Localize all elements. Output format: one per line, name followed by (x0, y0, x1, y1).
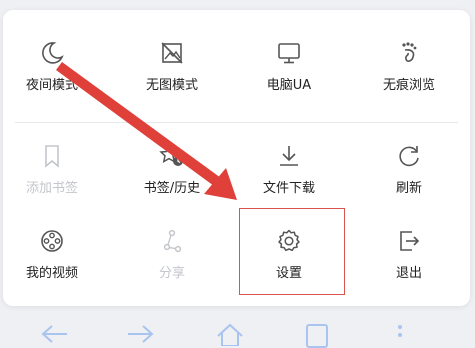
bottom-nav-bar (0, 318, 475, 348)
back-arrow-icon[interactable] (38, 322, 70, 346)
exit-icon (400, 231, 420, 251)
download-icon (280, 146, 298, 166)
menu-item-refresh[interactable]: 刷新 (354, 143, 464, 196)
menu-item-desktop-ua[interactable]: 电脑UA (234, 40, 344, 93)
row-divider (15, 122, 458, 123)
tabs-icon[interactable] (304, 322, 330, 348)
menu-item-label: 分享 (158, 266, 185, 281)
menu-item-label: 刷新 (395, 181, 422, 196)
menu-item-bookmarks-history[interactable]: 书签/历史 (117, 143, 227, 196)
home-icon[interactable] (214, 322, 246, 346)
star-clock-icon (159, 144, 183, 166)
menu-item-label: 夜间模式 (25, 78, 78, 93)
menu-item-label: 文件下载 (262, 181, 315, 196)
monitor-icon (278, 43, 300, 64)
menu-item-exit[interactable]: 退出 (354, 228, 464, 281)
menu-item-add-bookmark[interactable]: 添加书签 (0, 143, 107, 196)
menu-panel: 夜间模式 无图模式 电脑UA 无痕浏览 添加书签 书签/历史 文件下载 刷新 我… (3, 10, 470, 306)
menu-item-label: 无痕浏览 (382, 78, 435, 93)
menu-item-night-mode[interactable]: 夜间模式 (0, 40, 107, 93)
menu-item-label: 我的视频 (25, 266, 78, 281)
settings-highlight-box (239, 208, 345, 295)
menu-item-no-image-mode[interactable]: 无图模式 (117, 40, 227, 93)
film-reel-icon (41, 230, 63, 252)
menu-item-label: 添加书签 (25, 181, 78, 196)
menu-item-label: 书签/历史 (143, 181, 201, 196)
menu-item-label: 无图模式 (145, 78, 198, 93)
menu-item-label: 电脑UA (266, 78, 312, 93)
moon-icon (42, 42, 64, 64)
no-image-icon (161, 42, 183, 64)
menu-item-downloads[interactable]: 文件下载 (234, 143, 344, 196)
footprint-icon (402, 42, 417, 62)
page-indicator (0, 1, 475, 16)
refresh-icon (399, 146, 419, 167)
share-icon (163, 229, 182, 253)
menu-item-label: 退出 (395, 266, 422, 281)
forward-arrow-icon[interactable] (125, 322, 157, 346)
menu-item-my-videos[interactable]: 我的视频 (0, 228, 107, 281)
menu-item-share[interactable]: 分享 (117, 228, 227, 281)
bookmark-icon (45, 145, 59, 168)
more-menu-icon[interactable] (394, 322, 406, 348)
menu-item-incognito[interactable]: 无痕浏览 (354, 40, 464, 93)
